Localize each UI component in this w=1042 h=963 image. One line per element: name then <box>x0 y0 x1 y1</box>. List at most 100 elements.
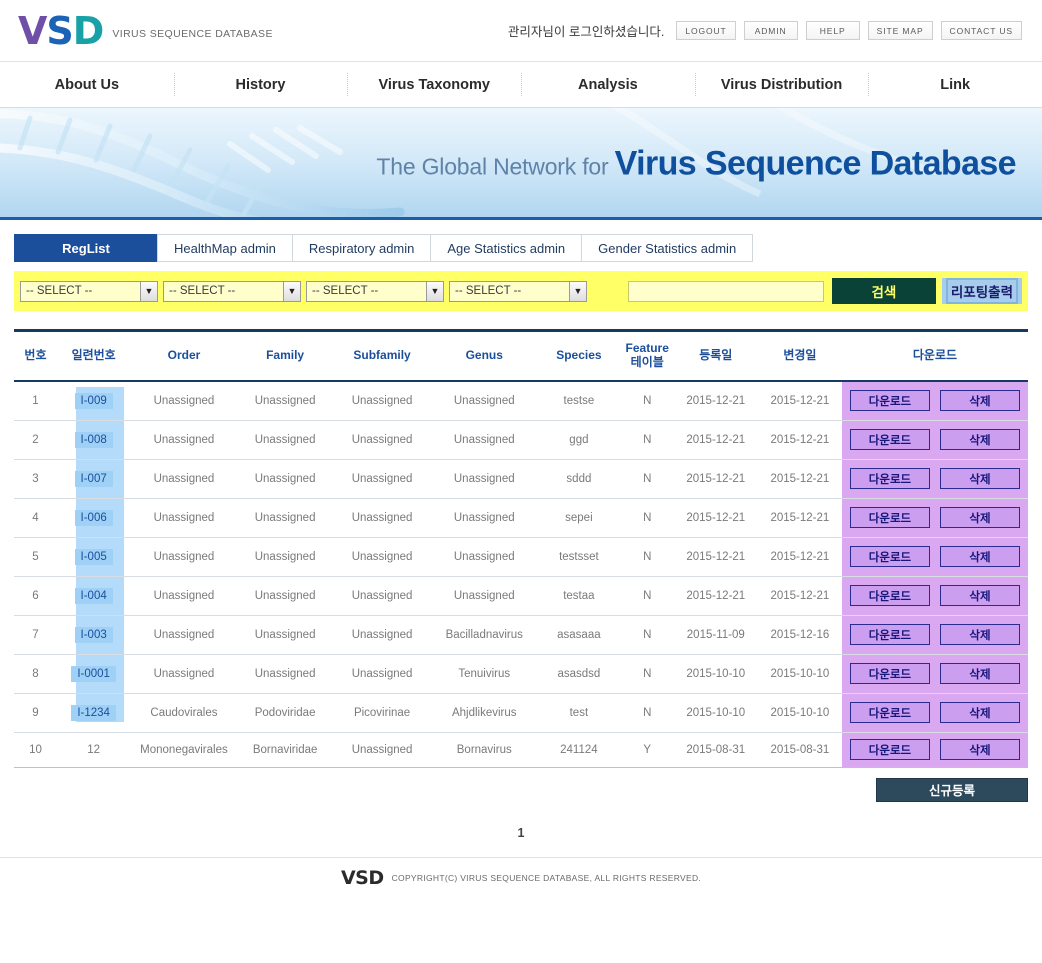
cell-subfamily: Unassigned <box>332 537 432 577</box>
cell-download-actions: 다운로드 삭제 <box>841 498 1028 538</box>
cell-download-actions: 다운로드 삭제 <box>841 537 1028 577</box>
cell-feature-table: N <box>620 654 674 694</box>
cell-registered-date: 2015-12-21 <box>673 498 758 538</box>
download-button[interactable]: 다운로드 <box>849 507 930 529</box>
delete-button[interactable]: 삭제 <box>939 702 1020 724</box>
cell-family: Podoviridae <box>237 693 333 733</box>
column-header-order: Order <box>130 328 238 382</box>
download-button[interactable]: 다운로드 <box>849 546 930 568</box>
cell-species: sddd <box>537 459 621 499</box>
genus-select-wrapper: -- SELECT -- ▼ <box>449 280 592 302</box>
delete-button[interactable]: 삭제 <box>939 429 1020 451</box>
delete-button[interactable]: 삭제 <box>939 739 1020 761</box>
cell-registered-date: 2015-12-21 <box>673 380 758 421</box>
tab-age-statistics-admin[interactable]: Age Statistics admin <box>430 234 583 262</box>
cell-feature-table: N <box>620 420 674 460</box>
download-button[interactable]: 다운로드 <box>849 585 930 607</box>
new-registration-button[interactable]: 신규등록 <box>876 777 1028 802</box>
cell-order: Unassigned <box>130 615 238 655</box>
delete-button[interactable]: 삭제 <box>939 663 1020 685</box>
nav-item-analysis[interactable]: Analysis <box>521 62 695 107</box>
tab-respiratory-admin[interactable]: Respiratory admin <box>291 234 432 262</box>
nav-item-virus-taxonomy[interactable]: Virus Taxonomy <box>347 62 521 107</box>
nav-item-link[interactable]: Link <box>868 62 1042 107</box>
cell-order: Caudovirales <box>130 693 238 733</box>
cell-serial: I-009 <box>56 380 131 421</box>
column-header-family: Family <box>237 328 333 382</box>
cell-no: 10 <box>14 732 57 768</box>
download-button[interactable]: 다운로드 <box>849 663 930 685</box>
column-header-no: 번호 <box>14 328 57 382</box>
site-map-button[interactable]: SITE MAP <box>867 21 933 40</box>
site-header: VSD VIRUS SEQUENCE DATABASE 관리자님이 로그인하셨습… <box>0 0 1042 62</box>
delete-button[interactable]: 삭제 <box>939 468 1020 490</box>
nav-item-virus-distribution[interactable]: Virus Distribution <box>694 62 869 107</box>
download-button[interactable]: 다운로드 <box>849 429 930 451</box>
cell-subfamily: Unassigned <box>332 459 432 499</box>
download-button[interactable]: 다운로드 <box>849 702 930 724</box>
cell-genus: Unassigned <box>431 380 538 421</box>
delete-button[interactable]: 삭제 <box>939 507 1020 529</box>
search-input[interactable] <box>627 280 824 302</box>
cell-species: ggd <box>537 420 621 460</box>
download-button[interactable]: 다운로드 <box>849 624 930 646</box>
download-button[interactable]: 다운로드 <box>849 390 930 412</box>
table-row: 3 I-007 Unassigned Unassigned Unassigned Unas… <box>14 459 1028 499</box>
table-row: 8 I-0001 Unassigned Unassigned Unassigned Ten… <box>14 654 1028 694</box>
cell-serial: I-0001 <box>56 654 131 694</box>
cell-download-actions: 다운로드 삭제 <box>841 576 1028 616</box>
cell-registered-date: 2015-10-10 <box>673 693 758 733</box>
registration-table-container: 번호 일련번호 Order Family Subfamily Genus Spe… <box>14 328 1028 768</box>
tab-healthmap-admin[interactable]: HealthMap admin <box>157 234 293 262</box>
delete-button[interactable]: 삭제 <box>939 390 1020 412</box>
table-row: 4 I-006 Unassigned Unassigned Unassigned Unas… <box>14 498 1028 538</box>
cell-modified-date: 2015-10-10 <box>757 654 842 694</box>
cell-serial: I-008 <box>56 420 131 460</box>
column-header-feature-line1: Feature <box>625 341 669 355</box>
admin-button[interactable]: ADMIN <box>743 21 798 40</box>
cell-registered-date: 2015-08-31 <box>673 732 758 768</box>
cell-download-actions: 다운로드 삭제 <box>841 615 1028 655</box>
logout-button[interactable]: LOGOUT <box>676 21 736 40</box>
hero-lead-text: The Global Network for <box>376 153 615 180</box>
delete-button[interactable]: 삭제 <box>939 624 1020 646</box>
search-button[interactable]: 검색 <box>831 278 936 304</box>
subfamily-select[interactable]: -- SELECT -- <box>306 280 444 302</box>
download-button[interactable]: 다운로드 <box>849 468 930 490</box>
nav-item-history[interactable]: History <box>173 62 348 107</box>
download-button[interactable]: 다운로드 <box>849 739 930 761</box>
cell-family: Unassigned <box>237 615 333 655</box>
serial-highlight: I-009 <box>74 392 113 409</box>
delete-button[interactable]: 삭제 <box>939 585 1020 607</box>
main-navigation: About Us History Virus Taxonomy Analysis… <box>0 62 1042 108</box>
contact-us-button[interactable]: CONTACT US <box>940 21 1022 40</box>
cell-serial: 12 <box>56 732 131 768</box>
subfamily-select-wrapper: -- SELECT -- ▼ <box>306 280 449 302</box>
genus-select[interactable]: -- SELECT -- <box>449 280 587 302</box>
cell-genus: Ahjdlikevirus <box>431 693 538 733</box>
cell-feature-table: N <box>620 537 674 577</box>
cell-subfamily: Unassigned <box>332 420 432 460</box>
site-logo[interactable]: VSD VIRUS SEQUENCE DATABASE <box>18 12 273 50</box>
cell-download-actions: 다운로드 삭제 <box>841 654 1028 694</box>
help-button[interactable]: HELP <box>805 21 860 40</box>
delete-button[interactable]: 삭제 <box>939 546 1020 568</box>
cell-serial: I-006 <box>56 498 131 538</box>
cell-genus: Unassigned <box>431 576 538 616</box>
order-select[interactable]: -- SELECT -- <box>20 280 158 302</box>
pagination-page-1[interactable]: 1 <box>518 826 525 840</box>
cell-species: asasdsd <box>537 654 621 694</box>
tab-reglist[interactable]: RegList <box>14 234 158 262</box>
serial-highlight: I-008 <box>74 431 113 448</box>
family-select[interactable]: -- SELECT -- <box>163 280 301 302</box>
cell-order: Unassigned <box>130 576 238 616</box>
cell-order: Unassigned <box>130 498 238 538</box>
cell-no: 1 <box>14 380 57 421</box>
footer-copyright: COPYRIGHT(C) VIRUS SEQUENCE DATABASE, AL… <box>391 873 702 884</box>
filter-toolbar: -- SELECT -- ▼ -- SELECT -- ▼ -- SELECT … <box>14 271 1028 311</box>
nav-item-about-us[interactable]: About Us <box>0 62 174 107</box>
serial-highlight: I-005 <box>74 548 113 565</box>
cell-genus: Unassigned <box>431 459 538 499</box>
tab-gender-statistics-admin[interactable]: Gender Statistics admin <box>581 234 754 262</box>
report-export-button[interactable]: 리포팅출력 <box>941 278 1022 304</box>
